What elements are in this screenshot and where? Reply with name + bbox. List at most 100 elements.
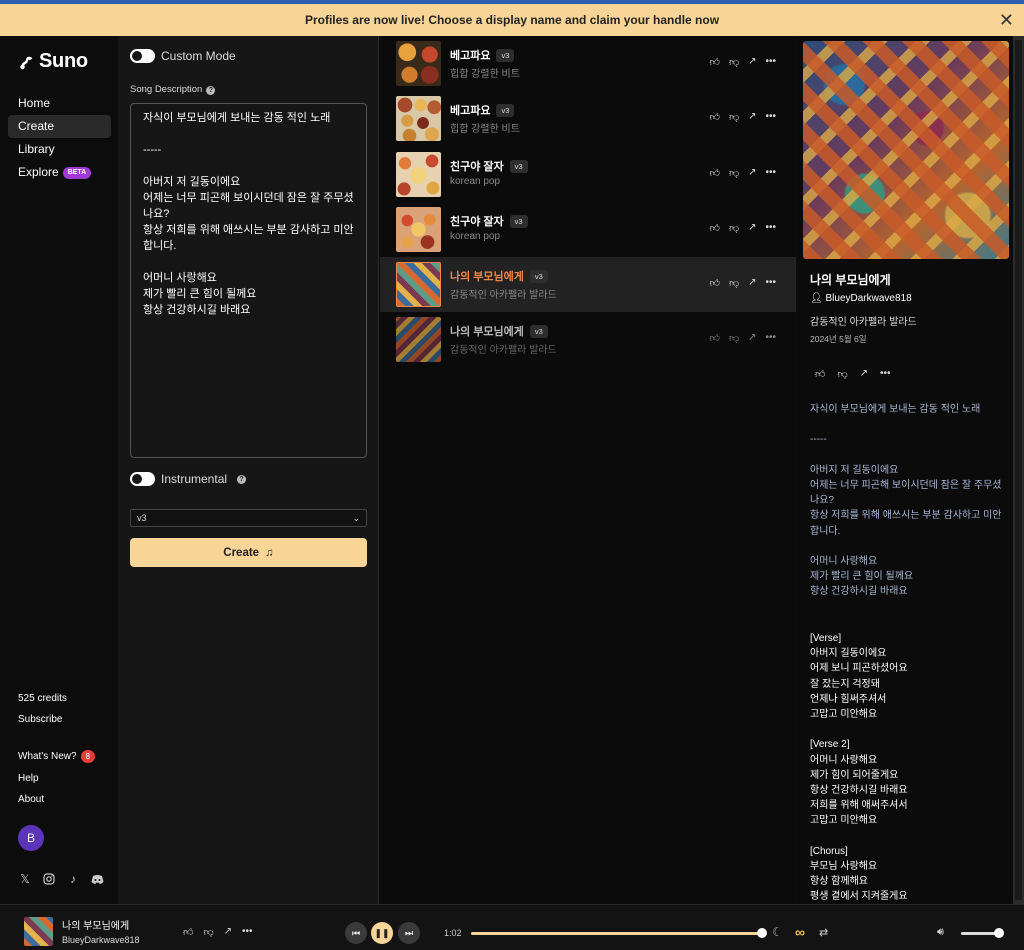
more-options-icon[interactable]: •••	[765, 332, 776, 344]
tiktok-icon[interactable]: ♪	[66, 872, 80, 886]
song-actions: 👍︎ 👎︎ ↗ •••	[709, 222, 776, 234]
song-actions: 👍︎ 👎︎ ↗ •••	[709, 277, 776, 289]
thumbs-down-icon[interactable]: 👎︎	[837, 368, 847, 380]
share-icon[interactable]: ↗	[748, 167, 756, 179]
nav-home[interactable]: Home	[8, 92, 111, 115]
song-row[interactable]: 베고파요 v3 힙합 강렬한 비트 👍︎ 👎︎ ↗ •••	[380, 91, 796, 146]
thumbs-up-icon[interactable]: 👍︎	[709, 277, 719, 289]
volume-knob[interactable]	[994, 928, 1004, 938]
more-options-icon[interactable]: •••	[765, 56, 776, 68]
create-button[interactable]: Create ♫	[130, 538, 367, 567]
loop-infinity-icon[interactable]: ∞	[795, 924, 805, 940]
song-title[interactable]: 나의 부모님에게 v3	[450, 323, 548, 339]
thumbs-up-icon[interactable]: 👍︎	[709, 167, 719, 179]
more-options-icon[interactable]: •••	[242, 926, 253, 938]
suno-logo-icon	[20, 56, 33, 69]
thumbs-down-icon[interactable]: 👎︎	[729, 56, 739, 68]
thumbs-down-icon[interactable]: 👎︎	[729, 222, 739, 234]
close-icon[interactable]: ✕	[999, 10, 1014, 31]
pause-button[interactable]: ❚❚	[371, 922, 393, 944]
nav-library[interactable]: Library	[8, 138, 111, 161]
player-cover-image[interactable]	[24, 917, 53, 946]
song-title[interactable]: 친구야 잘자 v3	[450, 213, 528, 229]
song-actions: 👍︎ 👎︎ ↗ •••	[709, 111, 776, 123]
more-options-icon[interactable]: •••	[765, 111, 776, 123]
thumbs-up-icon[interactable]: 👍︎	[815, 368, 825, 380]
more-options-icon[interactable]: •••	[765, 277, 776, 289]
previous-track-button[interactable]: ⏮︎	[345, 922, 367, 944]
custom-mode-toggle[interactable]	[130, 49, 155, 63]
help-icon[interactable]: ?	[206, 86, 216, 95]
instagram-icon[interactable]	[42, 872, 56, 886]
detail-style: 감동적인 아카펠라 발라드	[810, 317, 917, 328]
share-icon[interactable]: ↗	[748, 222, 756, 234]
subscribe-link[interactable]: Subscribe	[18, 714, 62, 725]
banner-text[interactable]: Profiles are now live! Choose a display …	[305, 13, 719, 27]
song-title[interactable]: 나의 부모님에게 v3	[450, 268, 548, 284]
next-track-button[interactable]: ⏭︎	[398, 922, 420, 944]
thumbs-up-icon[interactable]: 👍︎	[183, 926, 193, 938]
song-actions: 👍︎ 👎︎ ↗ •••	[709, 332, 776, 344]
song-title[interactable]: 친구야 잘자 v3	[450, 158, 528, 174]
song-description-input[interactable]: 자식이 부모님에게 보내는 감동 적인 노래 ----- 아버지 저 길동이에요…	[130, 103, 367, 458]
song-row[interactable]: 친구야 잘자 v3 korean pop 👍︎ 👎︎ ↗ •••	[380, 147, 796, 202]
beta-badge: BETA	[62, 166, 92, 179]
share-icon[interactable]: ↗	[748, 56, 756, 68]
thumbs-up-icon[interactable]: 👍︎	[709, 111, 719, 123]
player-title[interactable]: 나의 부모님에게	[62, 917, 129, 932]
player-user[interactable]: BlueyDarkwave818	[62, 935, 140, 945]
more-options-icon[interactable]: •••	[765, 222, 776, 234]
skip-back-icon: ⏮︎	[351, 927, 361, 938]
song-title[interactable]: 베고파요 v3	[450, 102, 515, 118]
song-row[interactable]: 친구야 잘자 v3 korean pop 👍︎ 👎︎ ↗ •••	[380, 202, 796, 257]
version-badge: v3	[529, 269, 548, 283]
song-actions: 👍︎ 👎︎ ↗ •••	[709, 167, 776, 179]
progress-bar[interactable]	[471, 932, 762, 935]
song-cover-image-large[interactable]	[803, 41, 1009, 259]
instrumental-toggle[interactable]	[130, 472, 155, 486]
discord-icon[interactable]	[90, 872, 104, 886]
song-title-text: 친구야 잘자	[450, 216, 504, 228]
help-link[interactable]: Help	[18, 773, 39, 784]
version-select[interactable]: v3 ⌄	[130, 509, 367, 527]
thumbs-up-icon[interactable]: 👍︎	[709, 56, 719, 68]
announcement-banner: Profiles are now live! Choose a display …	[0, 4, 1024, 36]
song-row[interactable]: 베고파요 v3 힙합 강렬한 비트 👍︎ 👎︎ ↗ •••	[380, 36, 796, 91]
more-options-icon[interactable]: •••	[880, 368, 891, 380]
song-detail-panel: 나의 부모님에게 👤︎ BlueyDarkwave818 감동적인 아카펠라 발…	[797, 36, 1013, 904]
x-twitter-icon[interactable]: 𝕏	[18, 872, 32, 886]
share-icon[interactable]: ↗	[748, 332, 756, 344]
share-icon[interactable]: ↗	[224, 926, 232, 938]
song-row[interactable]: 나의 부모님에게 v3 감동적인 아카펠라 발라드 👍︎ 👎︎ ↗ •••	[380, 312, 796, 367]
nav-explore[interactable]: Explore BETA	[8, 161, 111, 184]
thumbs-down-icon[interactable]: 👎︎	[729, 332, 739, 344]
thumbs-down-icon[interactable]: 👎︎	[729, 167, 739, 179]
thumbs-down-icon[interactable]: 👎︎	[203, 926, 213, 938]
share-icon[interactable]: ↗	[748, 111, 756, 123]
song-title[interactable]: 베고파요 v3	[450, 47, 515, 63]
thumbs-up-icon[interactable]: 👍︎	[709, 332, 719, 344]
whats-new-link[interactable]: What's New? 8	[18, 750, 96, 763]
song-style: 감동적인 아카펠라 발라드	[450, 345, 557, 356]
detail-user[interactable]: 👤︎ BlueyDarkwave818	[810, 293, 912, 304]
thumbs-down-icon[interactable]: 👎︎	[729, 111, 739, 123]
share-icon[interactable]: ↗	[748, 277, 756, 289]
nav-create[interactable]: Create	[8, 115, 111, 138]
more-options-icon[interactable]: •••	[765, 167, 776, 179]
sleep-timer-icon[interactable]: ☾	[772, 925, 783, 939]
help-icon[interactable]: ?	[237, 474, 247, 484]
avatar[interactable]: B	[18, 825, 44, 851]
song-row-active[interactable]: 나의 부모님에게 v3 감동적인 아카펠라 발라드 👍︎ 👎︎ ↗ •••	[380, 257, 796, 312]
about-link[interactable]: About	[18, 794, 44, 805]
song-cover-image	[396, 96, 441, 141]
sidebar: Suno Home Create Library Explore BETA 525…	[0, 36, 118, 904]
thumbs-down-icon[interactable]: 👎︎	[729, 277, 739, 289]
progress-knob[interactable]	[757, 928, 767, 938]
share-icon[interactable]: ↗	[860, 368, 868, 380]
volume-icon[interactable]: 🔊︎	[937, 926, 944, 939]
version-badge: v3	[509, 214, 528, 228]
thumbs-up-icon[interactable]: 👍︎	[709, 222, 719, 234]
repeat-icon[interactable]: ⇄	[819, 926, 828, 939]
suno-logo[interactable]: Suno	[18, 50, 88, 73]
scrollbar-thumb[interactable]	[1015, 40, 1022, 900]
